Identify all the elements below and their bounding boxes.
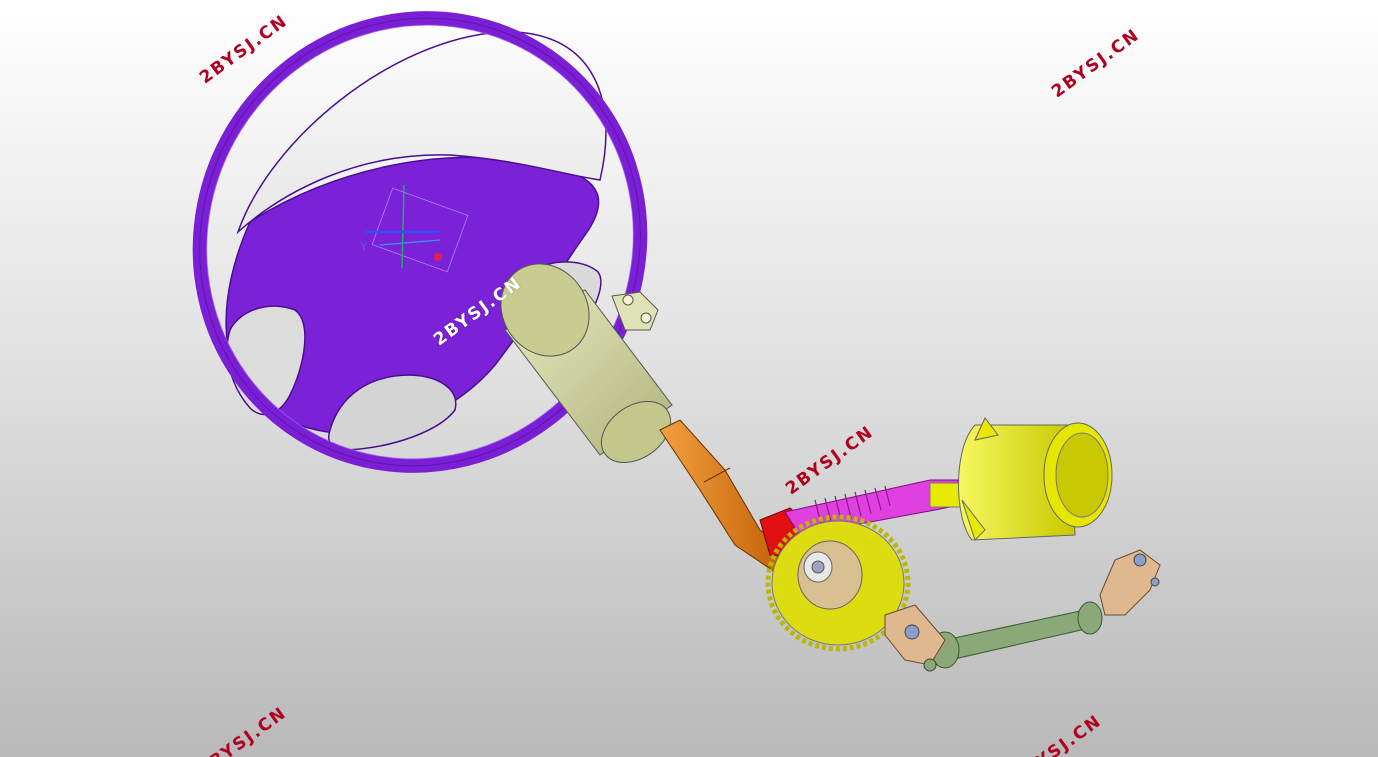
cad-viewport[interactable]: Y 2BYSJ.CN 2BYSJ.CN 2BYSJ.CN 2BYSJ.CN 2B… — [0, 0, 1378, 757]
steering-assembly-model — [192, 11, 1161, 672]
universal-joint-upper — [1099, 549, 1161, 616]
electric-motor — [958, 417, 1113, 541]
axis-y-label: Y — [360, 240, 368, 254]
intermediate-shaft — [930, 601, 1103, 669]
